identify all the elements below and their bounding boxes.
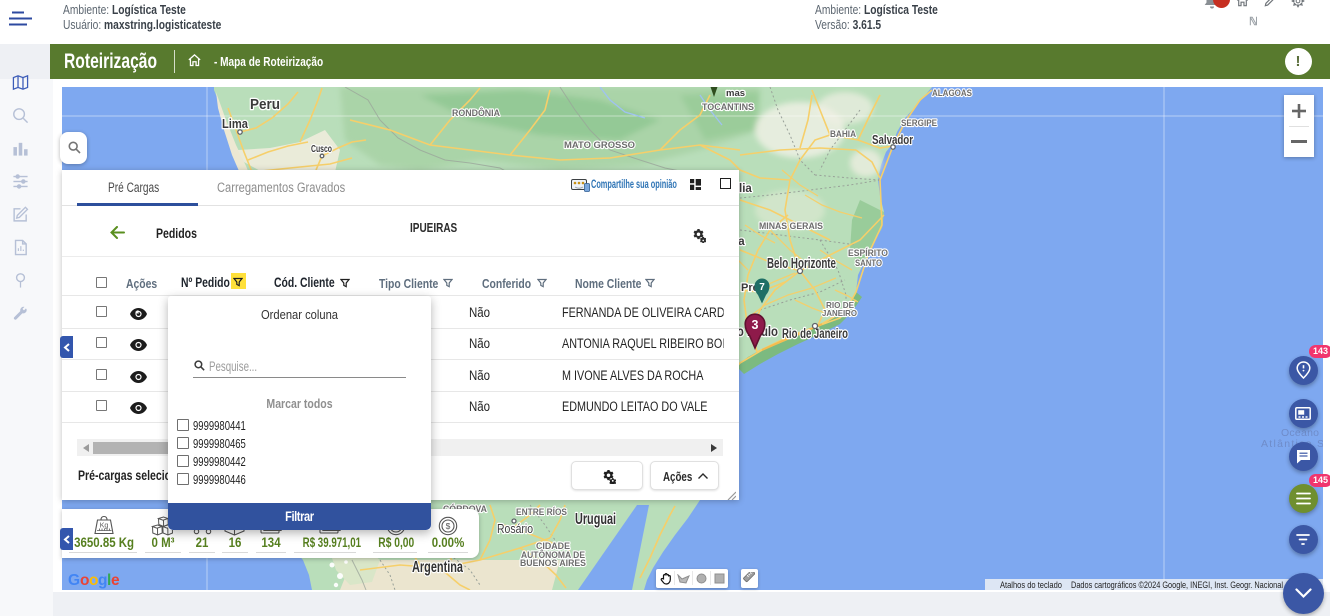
svg-text:3: 3 [752, 318, 759, 332]
svg-text:Kg: Kg [100, 523, 109, 530]
svg-text:SANTO: SANTO [855, 258, 882, 268]
svg-text:BAHIA: BAHIA [830, 129, 856, 139]
svg-text:MATO GROSSO: MATO GROSSO [564, 140, 635, 151]
svg-text:JANEIRO: JANEIRO [822, 308, 857, 318]
svg-text:ALAGOAS: ALAGOAS [932, 88, 972, 99]
svg-text:SERGIPE: SERGIPE [901, 118, 937, 128]
svg-text:ESPÍRITO: ESPÍRITO [848, 248, 888, 258]
svg-text:e: e [111, 572, 120, 589]
svg-text:Lima: Lima [222, 117, 249, 131]
svg-text:TOCANTINS: TOCANTINS [702, 102, 754, 113]
svg-text:Atalhos do teclado: Atalhos do teclado [1000, 580, 1062, 590]
svg-text:BUENOS AIRES: BUENOS AIRES [520, 558, 586, 568]
svg-text:MINAS GERAIS: MINAS GERAIS [759, 221, 823, 232]
svg-text:Peru: Peru [250, 96, 280, 113]
svg-text:ENTRE RÍOS: ENTRE RÍOS [516, 507, 567, 518]
svg-text:RONDÔNIA: RONDÔNIA [452, 107, 500, 119]
svg-text:Dados cartográficos ©2024 Goog: Dados cartográficos ©2024 Google, INEGI,… [1071, 580, 1283, 590]
svg-text:mas: mas [726, 88, 745, 99]
svg-text:$: $ [446, 521, 451, 531]
svg-text:Uruguai: Uruguai [575, 511, 616, 528]
svg-text:Argentina: Argentina [412, 559, 463, 576]
svg-text:7: 7 [759, 282, 765, 293]
svg-text:lia: lia [739, 183, 752, 195]
svg-text:G: G [68, 572, 80, 589]
svg-text:Cusco: Cusco [311, 143, 332, 155]
